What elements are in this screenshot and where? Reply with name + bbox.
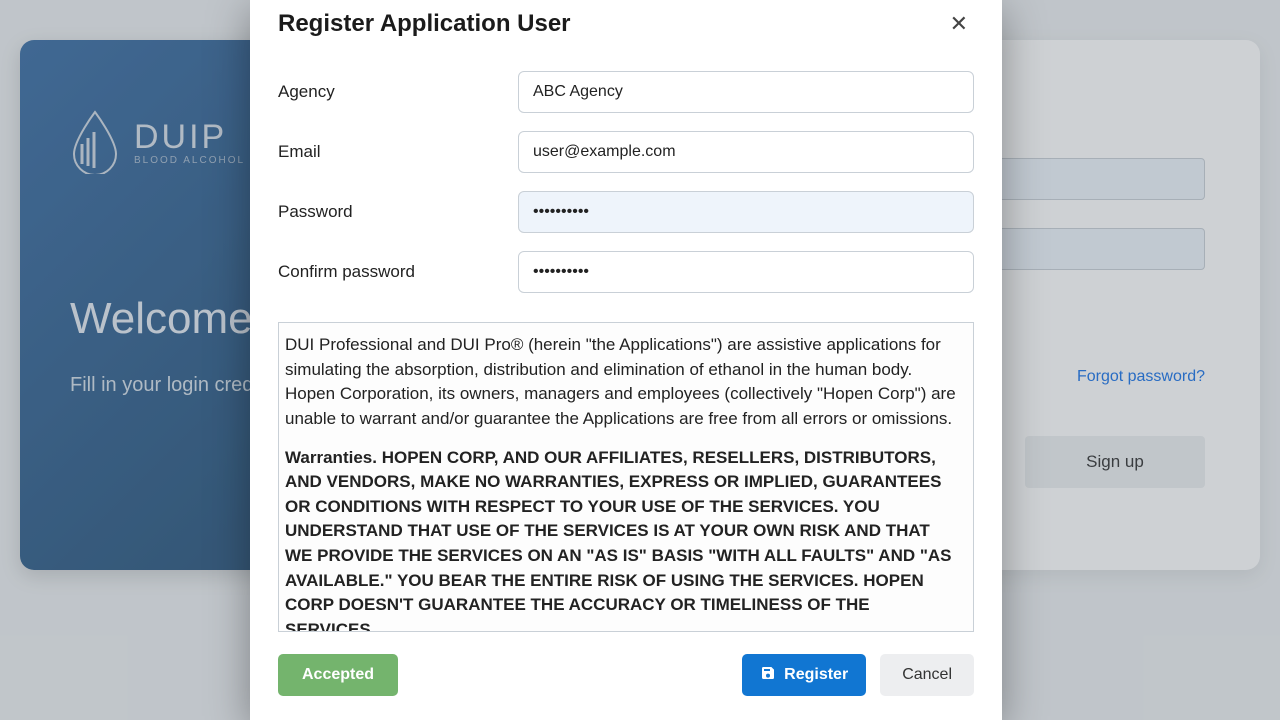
close-icon[interactable]: ✕ bbox=[944, 9, 974, 39]
modal-title: Register Application User bbox=[278, 10, 571, 38]
password-input[interactable] bbox=[518, 191, 974, 233]
terms-textbox[interactable]: DUI Professional and DUI Pro® (herein "t… bbox=[278, 322, 974, 632]
save-icon bbox=[760, 665, 776, 686]
terms-warranties-body: HOPEN CORP, AND OUR AFFILIATES, RESELLER… bbox=[285, 448, 952, 590]
accepted-button[interactable]: Accepted bbox=[278, 654, 398, 696]
password-label: Password bbox=[278, 202, 518, 222]
email-label: Email bbox=[278, 142, 518, 162]
confirm-password-input[interactable] bbox=[518, 251, 974, 293]
terms-warranties-label: Warranties. bbox=[285, 448, 377, 467]
email-input[interactable] bbox=[518, 131, 974, 173]
terms-intro: DUI Professional and DUI Pro® (herein "t… bbox=[285, 333, 957, 432]
terms-warranties: Warranties. HOPEN CORP, AND OUR AFFILIAT… bbox=[285, 446, 957, 632]
register-button[interactable]: Register bbox=[742, 654, 866, 696]
cancel-button[interactable]: Cancel bbox=[880, 654, 974, 696]
confirm-password-label: Confirm password bbox=[278, 262, 518, 282]
register-user-modal: Register Application User ✕ Agency Email… bbox=[250, 0, 1002, 720]
agency-label: Agency bbox=[278, 82, 518, 102]
register-button-label: Register bbox=[784, 666, 848, 684]
agency-input[interactable] bbox=[518, 71, 974, 113]
